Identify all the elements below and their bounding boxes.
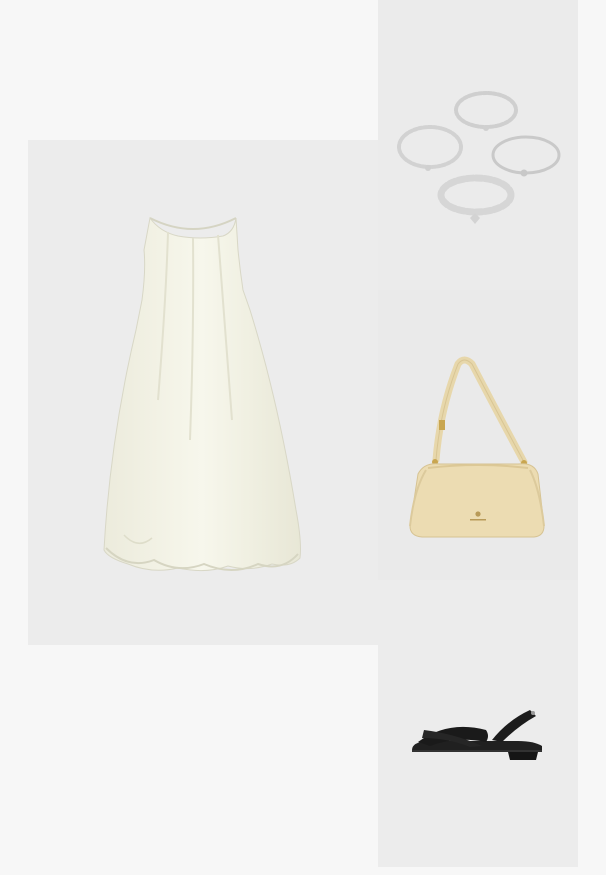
shoulder-bag-image — [409, 356, 545, 538]
bracelets-image — [397, 91, 561, 224]
product-tile-bracelets[interactable] — [378, 0, 578, 290]
product-tile-sandals[interactable] — [378, 580, 578, 867]
sandal-image — [412, 710, 542, 760]
product-tile-shoulder-bag[interactable] — [378, 290, 578, 580]
product-tile-dress[interactable] — [28, 140, 378, 645]
dress-image — [103, 216, 301, 572]
